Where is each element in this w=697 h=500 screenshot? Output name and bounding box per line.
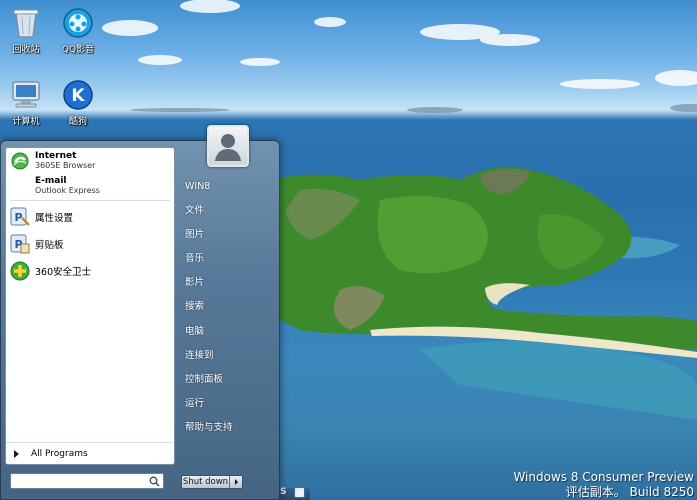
taskbar-partial-text: S	[280, 487, 287, 497]
shutdown-options-arrow[interactable]	[230, 476, 242, 488]
pinned-subtitle: Outlook Express	[35, 185, 100, 195]
pinned-internet[interactable]: Internet 360SE Browser	[6, 148, 174, 173]
taskbar-app-icon[interactable]	[294, 487, 305, 498]
program-label: 属性设置	[35, 212, 74, 224]
places-item-music[interactable]: 音乐	[185, 247, 275, 271]
chevron-right-icon	[234, 479, 238, 485]
user-avatar[interactable]	[207, 125, 249, 167]
places-item-computer[interactable]: 电脑	[185, 320, 275, 344]
start-menu-programs-pane: Internet 360SE Browser E-mail Outlook Ex…	[5, 147, 175, 465]
all-programs-label: All Programs	[31, 448, 88, 459]
desktop-icon-computer[interactable]: 计算机	[0, 78, 52, 127]
places-item-help-support[interactable]: 帮助与支持	[185, 416, 275, 440]
places-item-videos[interactable]: 影片	[185, 271, 275, 295]
qq-player-icon	[60, 6, 96, 40]
watermark-line-1: Windows 8 Consumer Preview	[513, 470, 694, 484]
program-label: 360安全卫士	[35, 266, 92, 278]
svg-text:P: P	[14, 211, 22, 224]
places-item-connect-to[interactable]: 连接到	[185, 344, 275, 368]
pinned-title: E-mail	[35, 175, 67, 186]
pinned-email[interactable]: E-mail Outlook Express	[6, 173, 174, 198]
shutdown-button[interactable]: Shut down	[181, 475, 243, 489]
desktop-icon-kugou[interactable]: K 酷狗	[52, 78, 104, 127]
desktop-icon-label: QQ影音	[61, 45, 95, 55]
security-icon	[9, 260, 31, 282]
places-item-run[interactable]: 运行	[185, 392, 275, 416]
program-label: 剪贴板	[35, 239, 64, 251]
places-item-pictures[interactable]: 图片	[185, 223, 275, 247]
program-item-clipboard[interactable]: P 剪贴板	[6, 230, 174, 257]
recycle-bin-icon	[8, 6, 44, 40]
desktop-icon-label: 回收站	[12, 45, 40, 55]
search-icon[interactable]	[149, 476, 160, 487]
start-search-box[interactable]	[10, 473, 164, 489]
start-menu-places-pane: WIN8 文件 图片 音乐 影片 搜索 电脑 连接到 控制面板 运行 帮助与支持	[185, 175, 275, 440]
places-item-control-panel[interactable]: 控制面板	[185, 368, 275, 392]
kugou-icon: K	[60, 78, 96, 112]
computer-icon	[8, 78, 44, 112]
desktop-icon-label: 酷狗	[68, 117, 87, 127]
browser-icon	[9, 150, 31, 172]
search-input[interactable]	[11, 474, 145, 488]
clipboard-icon: P	[9, 233, 31, 255]
all-programs-button[interactable]: All Programs	[6, 442, 174, 464]
svg-text:K: K	[71, 86, 85, 106]
evaluation-watermark: Windows 8 Consumer Preview 评估副本。 Build 8…	[513, 470, 694, 500]
program-item-settings[interactable]: P 属性设置	[6, 203, 174, 230]
watermark-line-2: 评估副本。 Build 8250	[565, 485, 694, 499]
chevron-right-icon	[14, 449, 19, 458]
places-item-files[interactable]: 文件	[185, 199, 275, 223]
email-icon	[9, 175, 31, 197]
program-item-360-security[interactable]: 360安全卫士	[6, 257, 174, 284]
pinned-title: Internet	[35, 150, 77, 161]
user-silhouette-icon	[215, 134, 241, 161]
settings-icon: P	[9, 206, 31, 228]
start-menu: Internet 360SE Browser E-mail Outlook Ex…	[0, 125, 280, 500]
desktop-icon-label: 计算机	[12, 117, 40, 127]
desktop-icon-qq-player[interactable]: QQ影音	[52, 6, 104, 55]
menu-separator	[10, 200, 170, 201]
pinned-subtitle: 360SE Browser	[35, 160, 96, 170]
places-item-search[interactable]: 搜索	[185, 295, 275, 319]
desktop-icon-recycle-bin[interactable]: 回收站	[0, 6, 52, 55]
places-item-win8[interactable]: WIN8	[185, 175, 275, 199]
shutdown-label: Shut down	[182, 476, 230, 488]
